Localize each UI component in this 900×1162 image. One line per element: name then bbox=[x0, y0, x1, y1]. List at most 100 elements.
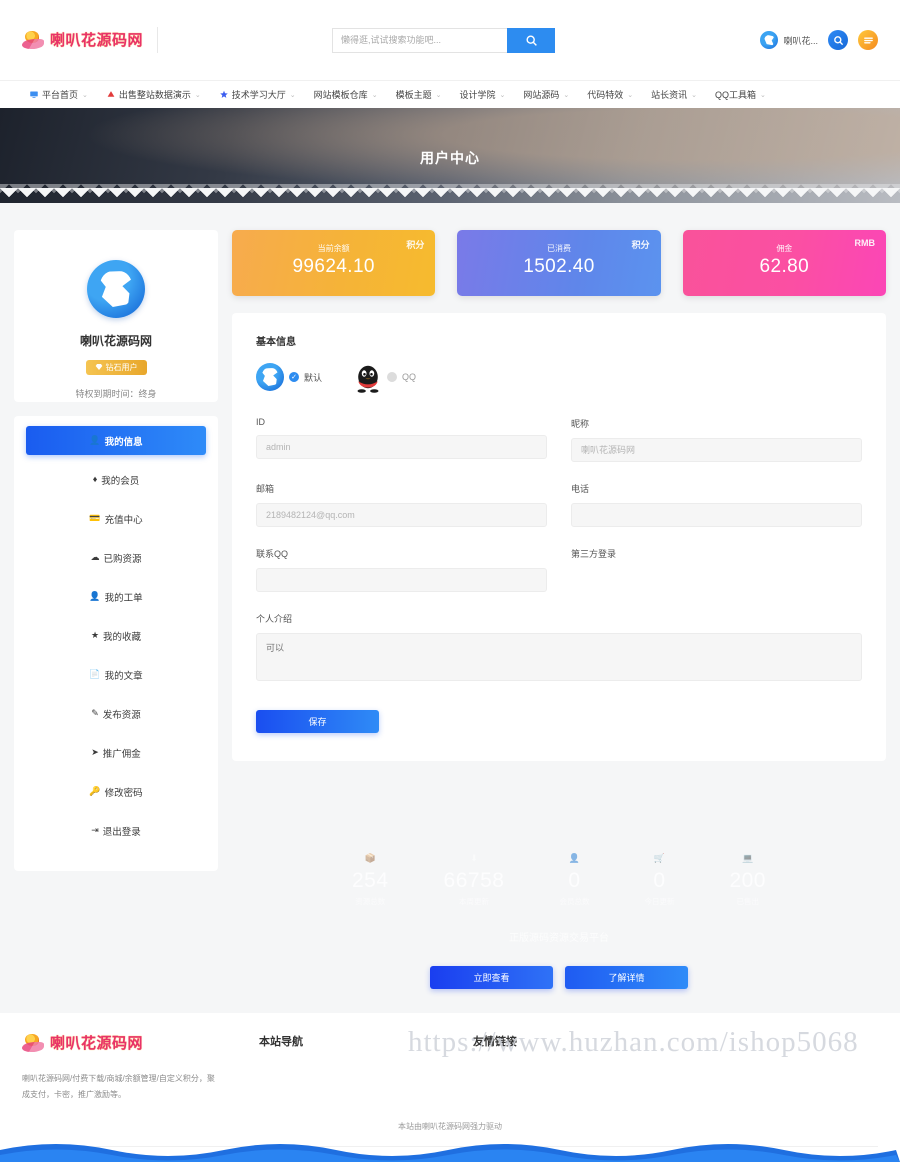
id-field[interactable] bbox=[256, 435, 547, 459]
avatar-choice-group: ✓ 默认 QQ bbox=[256, 363, 862, 393]
chevron-down-icon: ⌄ bbox=[194, 91, 201, 99]
header-user-chip[interactable]: 喇叭花... bbox=[760, 31, 818, 49]
sidebar-item-publish[interactable]: ✎ 发布资源 bbox=[26, 699, 206, 728]
field-label: 联系QQ bbox=[256, 549, 289, 559]
nav-item-template-themes[interactable]: 模板主题 ⌄ bbox=[387, 88, 451, 101]
footer-logo[interactable]: 喇叭花源码网 bbox=[22, 1033, 237, 1053]
nav-item-templates-repo[interactable]: 网站模板仓库 ⌄ bbox=[305, 88, 387, 101]
field-label: ID bbox=[256, 417, 265, 427]
sidebar-item-my-info[interactable]: 👤 我的信息 bbox=[26, 426, 206, 455]
logo-divider bbox=[157, 27, 159, 53]
chevron-down-icon: ⌄ bbox=[435, 91, 442, 99]
nav-item-home[interactable]: 平台首页 ⌄ bbox=[20, 88, 97, 101]
chevron-down-icon: ⌄ bbox=[563, 91, 570, 99]
avatar-choice-qq[interactable]: QQ bbox=[354, 363, 416, 393]
sidebar-item-label: 我的会员 bbox=[101, 475, 140, 487]
sidebar-item-favorites[interactable]: ★ 我的收藏 bbox=[26, 621, 206, 650]
header-search-button[interactable] bbox=[828, 30, 848, 50]
chevron-down-icon: ⌄ bbox=[760, 91, 766, 99]
logout-icon: ⇥ bbox=[91, 825, 99, 835]
nav-item-webmaster-news[interactable]: 站长资讯 ⌄ bbox=[642, 88, 706, 101]
user-icon: 👤 bbox=[89, 435, 101, 445]
nickname-field[interactable] bbox=[571, 438, 862, 462]
footer-top: 喇叭花源码网 喇叭花源码网/付费下载/商城/余额管理/自定义积分，聚成支付，卡密… bbox=[22, 1033, 878, 1103]
profile-expire: 特权到期时间：终身 bbox=[75, 388, 157, 399]
field-label: 个人介绍 bbox=[256, 614, 293, 624]
promo-stat: 💻 200 已售出 bbox=[729, 853, 766, 907]
avatar bbox=[87, 260, 145, 318]
download-icon: ⬇ bbox=[470, 853, 478, 863]
search-input[interactable] bbox=[332, 27, 507, 53]
footer-brand: 喇叭花源码网 喇叭花源码网/付费下载/商城/余额管理/自定义积分，聚成支付，卡密… bbox=[22, 1033, 237, 1103]
email-field[interactable] bbox=[256, 503, 547, 527]
radio-selected-icon[interactable]: ✓ bbox=[289, 372, 299, 382]
nav-label: QQ工具箱 bbox=[715, 90, 757, 100]
site-logo[interactable]: 喇叭花源码网 bbox=[22, 27, 172, 53]
box-icon: 📦 bbox=[364, 853, 376, 863]
nav-item-qq-toolbox[interactable]: QQ工具箱 ⌄ bbox=[706, 88, 775, 101]
chevron-down-icon: ⌄ bbox=[499, 91, 506, 99]
promo-label: 已售出 bbox=[736, 897, 759, 906]
sidebar-item-recharge[interactable]: 💳 充值中心 bbox=[26, 504, 206, 533]
sidebar-item-commission[interactable]: ➤ 推广佣金 bbox=[26, 738, 206, 767]
page-title: 用户中心 bbox=[420, 150, 480, 166]
stat-card-consumed: 积分 已消费 1502.40 bbox=[457, 230, 661, 296]
intro-textarea[interactable] bbox=[256, 633, 862, 681]
document-icon: 📄 bbox=[89, 669, 101, 679]
promo-number: 66758 bbox=[443, 869, 505, 892]
phone-field[interactable] bbox=[571, 503, 862, 527]
promo-number: 254 bbox=[352, 869, 389, 892]
contact-qq-field[interactable] bbox=[256, 568, 547, 592]
diamond-icon: ♦ bbox=[92, 474, 98, 484]
flower-logo-icon bbox=[22, 1033, 48, 1053]
search-submit-button[interactable] bbox=[507, 27, 555, 53]
main-navigation: 平台首页 ⌄ 出售整站数据演示 ⌄ 技术学习大厅 ⌄ 网站模板仓库 ⌄ 模板主题… bbox=[0, 80, 900, 108]
save-button[interactable]: 保存 bbox=[256, 710, 379, 733]
field-label: 邮箱 bbox=[256, 484, 275, 494]
nav-item-code-effects[interactable]: 代码特效 ⌄ bbox=[578, 88, 642, 101]
sidebar-item-label: 我的工单 bbox=[104, 592, 143, 604]
bottom-wave-decoration bbox=[0, 1144, 900, 1162]
sidebar-item-label: 我的信息 bbox=[104, 436, 143, 448]
sidebar-item-my-membership[interactable]: ♦ 我的会员 bbox=[26, 465, 206, 494]
field-label: 第三方登录 bbox=[571, 549, 617, 559]
sidebar-item-tickets[interactable]: 👤 我的工单 bbox=[26, 582, 206, 611]
stat-card-balance: 积分 当前余额 99624.10 bbox=[232, 230, 436, 296]
footer-nav-title: 本站导航 bbox=[259, 1036, 303, 1048]
field-third-party-login: 第三方登录 bbox=[571, 547, 862, 592]
search-icon bbox=[833, 35, 843, 45]
logo-text: 喇叭花源码网 bbox=[50, 31, 144, 49]
profile-form: ID 昵称 邮箱 电话 bbox=[256, 417, 862, 706]
stat-card-commission: RMB 佣金 62.80 bbox=[682, 230, 886, 296]
nav-label: 技术学习大厅 bbox=[231, 90, 286, 100]
sidebar-item-logout[interactable]: ⇥ 退出登录 bbox=[26, 816, 206, 845]
view-now-button[interactable]: 立即查看 bbox=[430, 966, 553, 989]
stat-value: 1502.40 bbox=[523, 256, 595, 277]
qq-penguin-icon bbox=[354, 363, 382, 393]
nav-label: 平台首页 bbox=[42, 90, 79, 100]
field-phone: 电话 bbox=[571, 482, 862, 527]
header-menu-button[interactable] bbox=[858, 30, 878, 50]
sidebar-item-articles[interactable]: 📄 我的文章 bbox=[26, 660, 206, 689]
learn-more-button[interactable]: 了解详情 bbox=[565, 966, 688, 989]
sidebar-item-label: 发布资源 bbox=[102, 709, 141, 721]
page-banner: 用户中心 bbox=[0, 108, 900, 203]
dolphin-avatar-icon bbox=[256, 363, 284, 391]
nav-item-design-academy[interactable]: 设计学院 ⌄ bbox=[450, 88, 514, 101]
chevron-down-icon: ⌄ bbox=[691, 91, 698, 99]
nav-item-study[interactable]: 技术学习大厅 ⌄ bbox=[210, 88, 305, 101]
sidebar-item-purchased[interactable]: ☁ 已购资源 bbox=[26, 543, 206, 572]
search-box[interactable] bbox=[332, 27, 555, 53]
promo-stat: 📦 254 资源总数 bbox=[352, 853, 389, 907]
sidebar-item-change-password[interactable]: 🔑 修改密码 bbox=[26, 777, 206, 806]
third-party-login-slot[interactable] bbox=[571, 568, 862, 592]
monitor-icon: 💻 bbox=[742, 853, 754, 863]
promo-label: 今日更新 bbox=[644, 897, 675, 906]
avatar-choice-default[interactable]: ✓ 默认 bbox=[256, 363, 322, 391]
stat-value: 99624.10 bbox=[292, 256, 375, 277]
user-icon: 👤 bbox=[568, 853, 581, 863]
nav-item-site-source[interactable]: 网站源码 ⌄ bbox=[514, 88, 578, 101]
nav-item-demo[interactable]: 出售整站数据演示 ⌄ bbox=[97, 88, 210, 101]
sidebar-item-label: 充值中心 bbox=[104, 514, 143, 526]
radio-unselected-icon[interactable] bbox=[387, 372, 398, 382]
